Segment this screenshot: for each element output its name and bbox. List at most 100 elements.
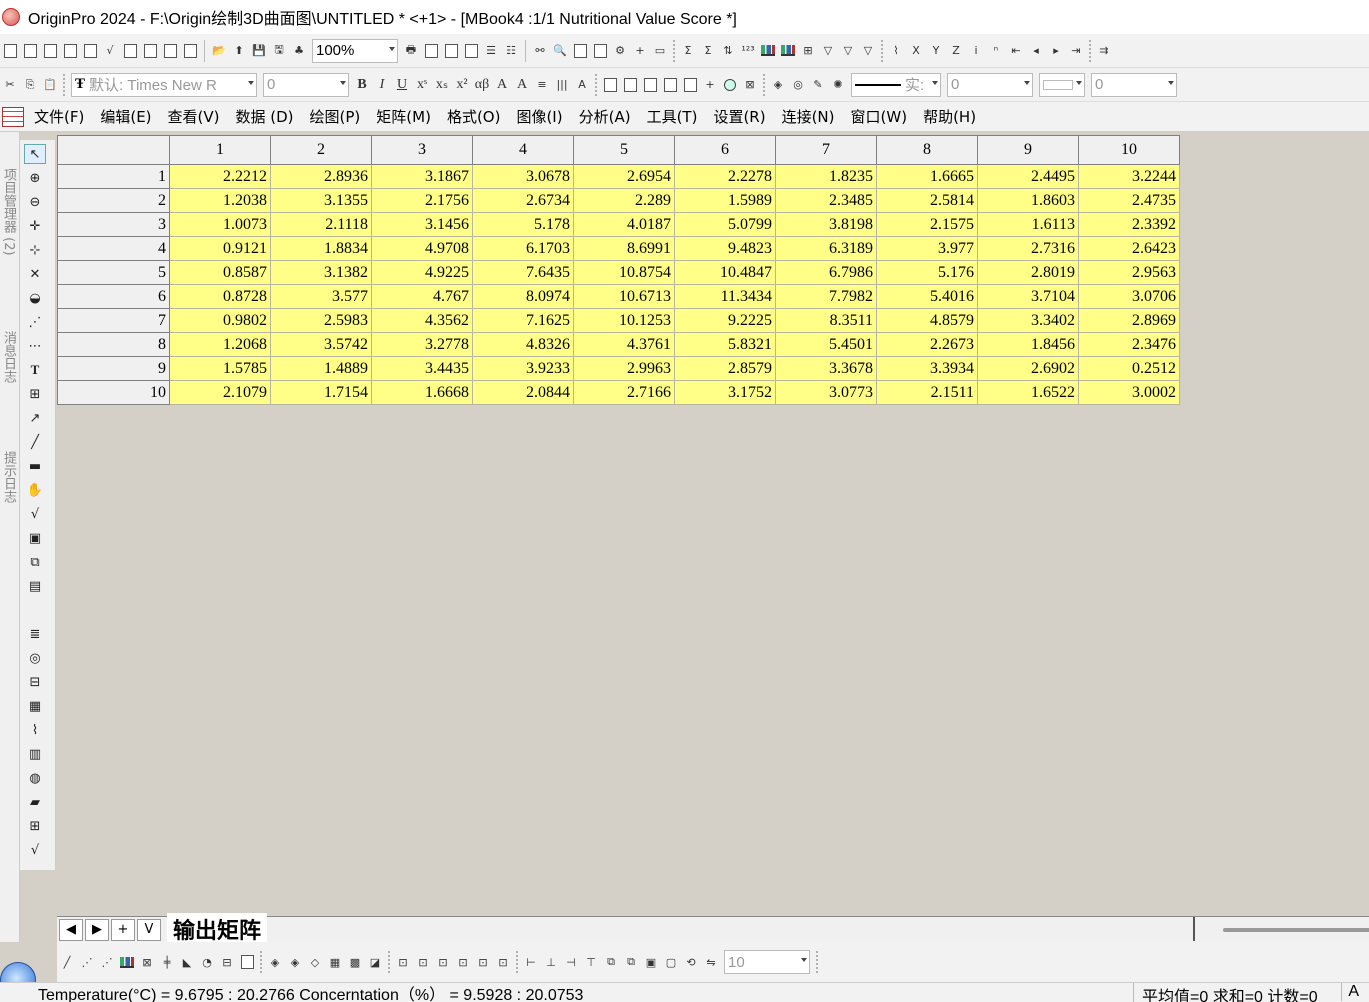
zoom-in-icon[interactable]: ⊕ — [24, 168, 46, 188]
scale-icon[interactable]: ⋰ — [24, 312, 46, 332]
matrix-cell[interactable]: 3.3934 — [876, 356, 978, 381]
matrix-sheet-icon[interactable] — [682, 77, 698, 93]
line-width-combo[interactable]: 0 — [947, 72, 1033, 97]
data-selector-icon[interactable]: ◒ — [24, 288, 46, 308]
matrix-cell[interactable]: 1.2068 — [169, 332, 271, 357]
split-icon[interactable]: ⊟ — [24, 672, 46, 692]
matrix-cell[interactable]: 2.7166 — [573, 380, 675, 405]
save-template-icon[interactable]: 🖫 — [271, 43, 287, 59]
new-notes-icon[interactable] — [142, 43, 158, 59]
matrix-cell[interactable]: 0.9802 — [169, 308, 271, 333]
script-window-icon[interactable]: ▭ — [652, 43, 668, 59]
matrix-cell[interactable]: 11.3434 — [674, 284, 776, 309]
matrix-cell[interactable]: 1.5989 — [674, 188, 776, 213]
matrix-cell[interactable]: 1.8603 — [977, 188, 1079, 213]
xy-plot-icon[interactable]: ⊠ — [139, 954, 155, 970]
set-error-icon[interactable]: ⅰ — [968, 43, 984, 59]
corner-cell[interactable] — [57, 135, 170, 165]
line-tool-icon[interactable]: ╱ — [24, 432, 46, 452]
matrix-cell[interactable]: 5.178 — [472, 212, 574, 237]
paste-icon[interactable]: 📋 — [42, 77, 58, 93]
menu-data[interactable]: 数据 (D) — [236, 106, 294, 127]
matrix-cell[interactable]: 7.7982 — [775, 284, 877, 309]
matrix-cell[interactable]: 4.767 — [371, 284, 473, 309]
matrix-cell[interactable]: 1.7154 — [270, 380, 372, 405]
matrix-cell[interactable]: 2.3476 — [1078, 332, 1180, 357]
align-right-icon[interactable]: ⊣ — [563, 954, 579, 970]
row-header-1[interactable]: 1 — [57, 164, 170, 189]
subscript-icon[interactable]: xₛ — [432, 76, 452, 93]
zoom-out-icon[interactable]: ⊖ — [24, 192, 46, 212]
duplicate-icon[interactable] — [443, 43, 459, 59]
last-icon[interactable]: ⇥ — [1068, 43, 1084, 59]
redirect-icon[interactable]: ⇉ — [1096, 43, 1112, 59]
matrix-cell[interactable]: 2.8936 — [270, 164, 372, 189]
project-explorer-icon[interactable]: ⚯ — [532, 43, 548, 59]
matrix-cell[interactable]: 2.1079 — [169, 380, 271, 405]
matrix-cell[interactable]: 6.3189 — [775, 236, 877, 261]
matrix-cell[interactable]: 2.6954 — [573, 164, 675, 189]
matrix-cell[interactable]: 1.6665 — [876, 164, 978, 189]
set-y-icon[interactable]: Y — [928, 43, 944, 59]
decrease-font-icon[interactable]: A — [512, 77, 532, 93]
folder-tool-icon[interactable]: ▰ — [24, 792, 46, 812]
matrix-cell[interactable]: 2.6902 — [977, 356, 1079, 381]
fill-color-icon[interactable]: ◈ — [770, 77, 786, 93]
command-window-icon[interactable] — [592, 43, 608, 59]
menu-analysis[interactable]: 分析(A) — [579, 106, 631, 127]
matrix-cell[interactable]: 2.1575 — [876, 212, 978, 237]
align-center-icon[interactable]: ⊥ — [543, 954, 559, 970]
worksheet-icon[interactable] — [622, 77, 638, 93]
table-tool-icon[interactable]: ▥ — [24, 744, 46, 764]
set-none-icon[interactable]: ⁿ — [988, 43, 1004, 59]
add-layer-icon[interactable]: + — [702, 77, 718, 93]
font-size-combo[interactable]: 0 — [263, 72, 349, 97]
matrix-cell[interactable]: 8.0974 — [472, 284, 574, 309]
heatmap-icon[interactable]: ▦ — [327, 954, 343, 970]
matrix-cell[interactable]: 4.0187 — [573, 212, 675, 237]
data-reader-icon[interactable]: ⊹ — [24, 240, 46, 260]
find-icon[interactable]: ◍ — [24, 768, 46, 788]
column-header-9[interactable]: 9 — [977, 135, 1079, 165]
menu-edit[interactable]: 编辑(E) — [100, 106, 151, 127]
toolbar-grip[interactable] — [387, 950, 391, 974]
rotate-icon[interactable]: ⟲ — [683, 954, 699, 970]
matrix-cell[interactable]: 2.9563 — [1078, 260, 1180, 285]
new-workbook-icon[interactable] — [42, 43, 58, 59]
matrix-cell[interactable]: 3.1456 — [371, 212, 473, 237]
underline-icon[interactable]: U — [392, 77, 412, 93]
function-icon[interactable]: √ — [102, 43, 118, 59]
row-header-9[interactable]: 9 — [57, 356, 170, 381]
print-icon[interactable]: 🖶 — [403, 43, 419, 59]
column-header-2[interactable]: 2 — [270, 135, 372, 165]
insert-graph-icon[interactable]: ▣ — [24, 528, 46, 548]
font-color-icon[interactable]: A — [574, 77, 590, 93]
matrix-cell[interactable]: 2.8579 — [674, 356, 776, 381]
matrix-cell[interactable]: 2.2673 — [876, 332, 978, 357]
graph-tool-4-icon[interactable]: ⊡ — [455, 954, 471, 970]
matrix-cell[interactable]: 1.6113 — [977, 212, 1079, 237]
scatter-plot-icon[interactable]: ⋰ — [79, 954, 95, 970]
list-icon[interactable]: ≣ — [24, 624, 46, 644]
toolbar-grip[interactable] — [672, 38, 676, 63]
data-cursor-icon[interactable]: ✕ — [24, 264, 46, 284]
ungroup-icon[interactable]: ▢ — [663, 954, 679, 970]
matrix-cell[interactable]: 2.1756 — [371, 188, 473, 213]
matrix-cell[interactable]: 3.4435 — [371, 356, 473, 381]
matrix-cell[interactable]: 3.5742 — [270, 332, 372, 357]
pattern-combo[interactable] — [1039, 72, 1085, 97]
menu-matrix[interactable]: 矩阵(M) — [376, 106, 431, 127]
row-header-10[interactable]: 10 — [57, 380, 170, 405]
add-sheet-button[interactable]: + — [111, 918, 135, 941]
matrix-window-icon[interactable] — [2, 106, 24, 127]
insert-sheet-icon[interactable] — [642, 77, 658, 93]
matrix-cell[interactable]: 3.977 — [876, 236, 978, 261]
matrix-cell[interactable]: 1.4889 — [270, 356, 372, 381]
filter-icon[interactable]: ▽ — [820, 43, 836, 59]
matrix-cell[interactable]: 0.8728 — [169, 284, 271, 309]
toolbar-grip[interactable] — [259, 950, 263, 974]
sort-icon[interactable]: ⇅ — [720, 43, 736, 59]
arrow-tool-icon[interactable]: ↗ — [24, 408, 46, 428]
tab-next-button[interactable]: ▶ — [85, 918, 109, 941]
pie-icon[interactable]: ◔ — [199, 954, 215, 970]
